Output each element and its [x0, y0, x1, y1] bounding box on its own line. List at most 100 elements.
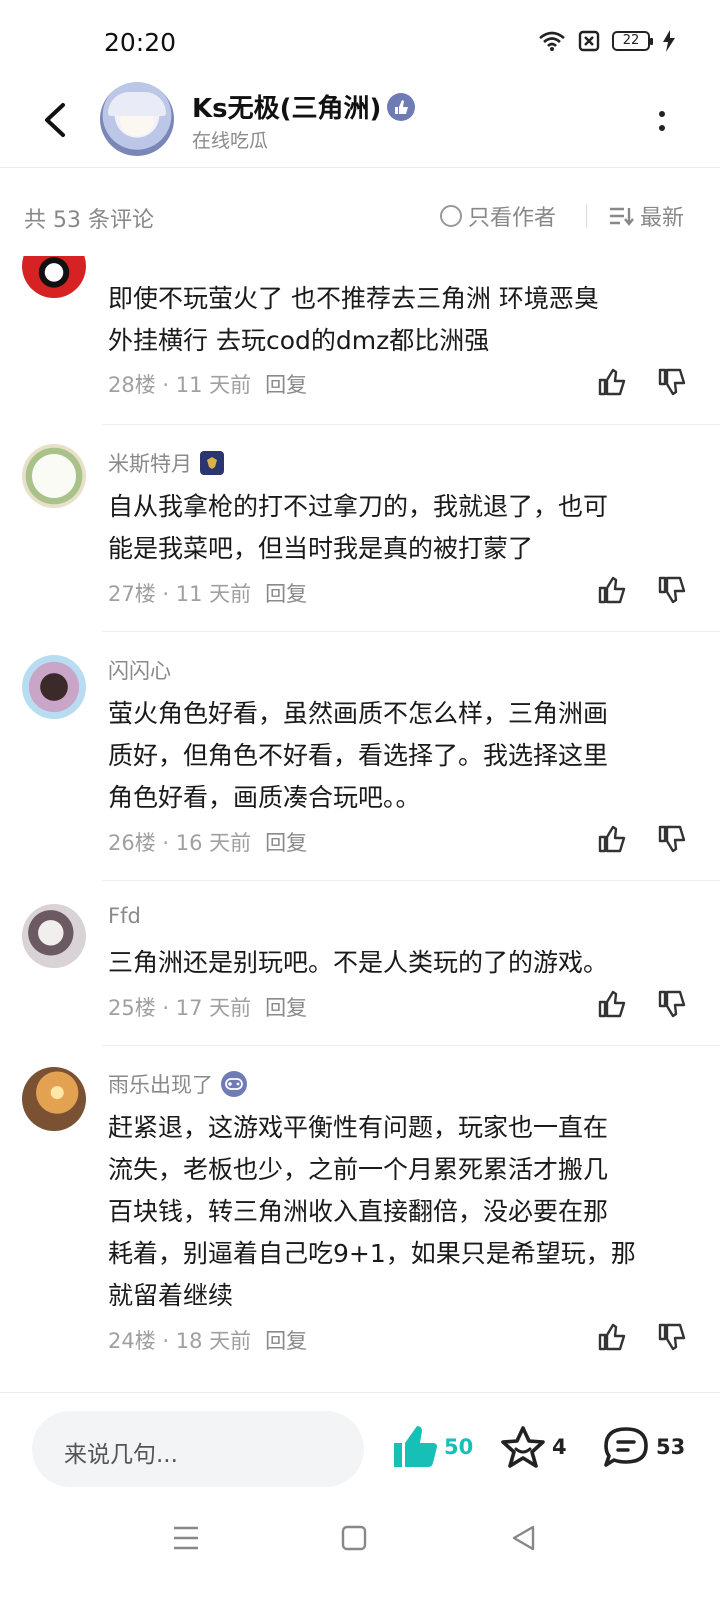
favorite-count: 4 [552, 1435, 567, 1459]
dot-icon [659, 111, 665, 117]
comment-meta: 28楼 · 11 天前 回复 [108, 369, 307, 399]
thumbs-down-icon [658, 990, 686, 1018]
commenter-name[interactable]: Ffd [108, 904, 141, 928]
author-status: 在线吃瓜 [192, 130, 269, 152]
thumbs-up-icon [598, 825, 626, 853]
home-button[interactable] [334, 1518, 374, 1558]
dot-icon [659, 125, 665, 131]
thumbs-down-icon [658, 368, 686, 396]
comment-actions [596, 823, 688, 855]
shield-badge-icon [200, 451, 224, 475]
comments-button[interactable]: 53 [602, 1425, 685, 1469]
dislike-button[interactable] [656, 1321, 688, 1353]
comment-item: Ffd 三角洲还是别玩吧。不是人类玩的了的游戏。 25楼 · 17 天前 回复 [0, 880, 720, 1046]
author-avatar[interactable] [100, 82, 174, 156]
comment-bubble-icon [604, 1427, 648, 1467]
menu-icon [174, 1526, 198, 1550]
thumbs-down-icon [658, 1323, 686, 1351]
thumbs-up-icon [598, 576, 626, 604]
status-bar: 20:20 22 [0, 0, 720, 88]
reply-button[interactable]: 回复 [265, 1325, 307, 1355]
commenter-name-wrap: Ffd [108, 904, 141, 928]
comment-item: 闪闪心 萤火角色好看，虽然画质不怎么样，三角洲画 质好，但角色不好看，看选择了。… [0, 631, 720, 881]
comment-actions [596, 366, 688, 398]
recent-apps-button[interactable] [166, 1518, 206, 1558]
gamepad-badge-icon [221, 1071, 247, 1097]
dislike-button[interactable] [656, 988, 688, 1020]
comment-text: 三角洲还是别玩吧。不是人类玩的了的游戏。 [108, 948, 609, 977]
dislike-button[interactable] [656, 366, 688, 398]
reply-button[interactable]: 回复 [265, 992, 307, 1022]
commenter-name-wrap: 闪闪心 [108, 655, 171, 685]
reply-button[interactable]: 回复 [265, 369, 307, 399]
comment-actions [596, 574, 688, 606]
like-button[interactable] [596, 823, 628, 855]
bottom-action-bar: 来说几句... 50 4 53 [0, 1392, 720, 1492]
commenter-name[interactable]: 雨乐出现了 [108, 1069, 213, 1099]
system-back-button[interactable] [504, 1518, 544, 1558]
reply-button[interactable]: 回复 [265, 827, 307, 857]
commenter-name[interactable]: 闪闪心 [108, 655, 171, 685]
commenter-avatar[interactable] [22, 444, 86, 508]
battery-icon: 22 [612, 31, 653, 51]
reply-button[interactable]: 回复 [265, 578, 307, 608]
post-like-button[interactable]: 50 [392, 1425, 473, 1469]
comment-input[interactable]: 来说几句... [32, 1411, 364, 1487]
only-author-label: 只看作者 [468, 206, 557, 231]
sort-button[interactable]: 最新 [608, 200, 684, 232]
thumbs-up-icon [598, 990, 626, 1018]
favorite-button[interactable]: 4 [500, 1425, 567, 1469]
comment-meta: 25楼 · 17 天前 回复 [108, 992, 307, 1022]
comment-input-placeholder: 来说几句... [64, 1442, 178, 1468]
status-icons: 22 [538, 30, 676, 52]
like-button[interactable] [596, 1321, 628, 1353]
comment-item: 米斯特月 自从我拿枪的打不过拿刀的，我就退了，也可 能是我菜吧，但当时我是真的被… [0, 424, 720, 632]
comment-count: 共 53 条评论 [24, 208, 154, 233]
author-name[interactable]: Ks无极(三角洲) [192, 88, 381, 125]
like-button[interactable] [596, 574, 628, 606]
comment-text: 自从我拿枪的打不过拿刀的，我就退了，也可 能是我菜吧，但当时我是真的被打蒙了 [108, 492, 609, 563]
comment-text: 萤火角色好看，虽然画质不怎么样，三角洲画 质好，但角色不好看，看选择了。我选择这… [108, 699, 609, 812]
verified-badge-icon [387, 92, 416, 121]
comment-meta: 24楼 · 18 天前 回复 [108, 1325, 307, 1355]
comment-meta: 26楼 · 16 天前 回复 [108, 827, 307, 857]
commenter-avatar[interactable] [22, 655, 86, 719]
comment-filter-bar: 共 53 条评论 只看作者 最新 [0, 176, 720, 256]
comment-list[interactable]: 即使不玩萤火了 也不推荐去三角洲 环境恶臭 外挂横行 去玩cod的dmz都比洲强… [0, 256, 720, 1396]
comment-text: 赶紧退，这游戏平衡性有问题，玩家也一直在 流失，老板也少，之前一个月累死累活才搬… [108, 1113, 636, 1310]
comment-meta: 27楼 · 11 天前 回复 [108, 578, 307, 608]
header-title-wrap[interactable]: Ks无极(三角洲) [192, 88, 416, 125]
sim-off-icon [578, 30, 600, 52]
star-icon [501, 1426, 545, 1468]
only-author-toggle[interactable]: 只看作者 [440, 200, 556, 232]
back-button[interactable] [30, 96, 78, 144]
triangle-back-icon [512, 1525, 535, 1551]
dislike-button[interactable] [656, 823, 688, 855]
commenter-avatar[interactable] [22, 904, 86, 968]
commenter-avatar[interactable] [22, 1067, 86, 1131]
thumbs-up-icon [598, 368, 626, 396]
thumbs-up-icon [598, 1323, 626, 1351]
more-options-button[interactable] [650, 104, 674, 138]
commenter-name-wrap: 米斯特月 [108, 448, 224, 478]
comment-item: 雨乐出现了 赶紧退，这游戏平衡性有问题，玩家也一直在 流失，老板也少，之前一个月… [0, 1045, 720, 1375]
comment-actions [596, 1321, 688, 1353]
wifi-icon [539, 31, 565, 51]
commenter-name[interactable]: 米斯特月 [108, 448, 192, 478]
sort-label: 最新 [640, 206, 685, 231]
thumbs-down-icon [658, 825, 686, 853]
comment-text: 即使不玩萤火了 也不推荐去三角洲 环境恶臭 外挂横行 去玩cod的dmz都比洲强 [108, 284, 599, 355]
radio-circle-icon [440, 205, 462, 227]
charging-icon [663, 30, 675, 52]
header: Ks无极(三角洲) 在线吃瓜 [0, 76, 720, 168]
commenter-name-wrap: 雨乐出现了 [108, 1069, 247, 1099]
comment-item: 即使不玩萤火了 也不推荐去三角洲 环境恶臭 外挂横行 去玩cod的dmz都比洲强… [0, 256, 720, 425]
like-button[interactable] [596, 366, 628, 398]
commenter-avatar[interactable] [22, 256, 86, 298]
like-button[interactable] [596, 988, 628, 1020]
comment-actions [596, 988, 688, 1020]
filter-divider [586, 204, 587, 228]
status-time: 20:20 [104, 28, 177, 57]
dislike-button[interactable] [656, 574, 688, 606]
thumbs-down-icon [658, 576, 686, 604]
